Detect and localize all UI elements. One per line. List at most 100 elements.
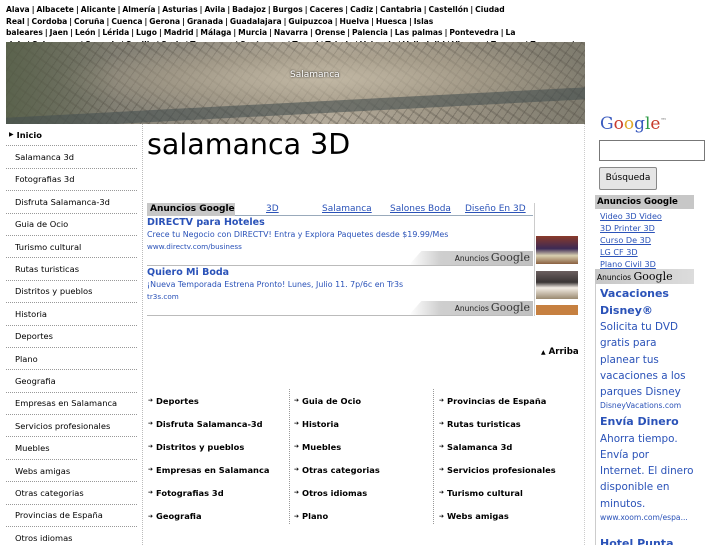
nav-item-label[interactable]: Muebles xyxy=(15,443,50,453)
nav-item-label[interactable]: Fotografias 3d xyxy=(15,174,74,184)
nav-item-label[interactable]: Disfruta Salamanca-3d xyxy=(15,197,110,207)
ad-tab-salones-boda[interactable]: Salones Boda xyxy=(390,203,451,216)
sitemap-link[interactable]: ➔ Historia xyxy=(294,412,431,435)
nav-item-label[interactable]: Distritos y pueblos xyxy=(15,286,92,296)
nav-item[interactable]: ▶ Inicio xyxy=(6,124,137,147)
nav-item-label[interactable]: Deportes xyxy=(15,331,53,341)
ad-tab-diseno-3d[interactable]: Diseño En 3D xyxy=(465,203,526,216)
ad-url[interactable]: www.directv.com/business xyxy=(147,242,533,251)
nav-item[interactable]: Distritos y pueblos xyxy=(6,281,137,304)
ad-title[interactable]: Quiero Mi Boda xyxy=(147,267,533,278)
province-link[interactable]: Lérida xyxy=(102,28,129,37)
right-ad-url[interactable]: DisneyVacations.com xyxy=(600,400,695,411)
nav-item[interactable]: Disfruta Salamanca-3d xyxy=(6,191,137,214)
nav-item[interactable]: Historia xyxy=(6,303,137,326)
ad-item[interactable]: DIRECTV para Hoteles Crece tu Negocio co… xyxy=(147,217,533,266)
province-link[interactable]: Cadiz xyxy=(350,5,373,14)
province-link[interactable]: Madrid xyxy=(164,28,194,37)
nav-item[interactable]: Empresas en Salamanca xyxy=(6,393,137,416)
province-link[interactable]: Gerona xyxy=(149,17,180,26)
province-link[interactable]: Cordoba xyxy=(32,17,68,26)
nav-item[interactable]: Otras categorias xyxy=(6,482,137,505)
province-link[interactable]: Albacete xyxy=(36,5,73,14)
right-ad-item[interactable]: Hotel Punta xyxy=(600,536,695,545)
province-link[interactable]: Alicante xyxy=(81,5,116,14)
back-to-top-link[interactable]: ▲ Arriba xyxy=(541,347,579,357)
sitemap-link[interactable]: ➔ Deportes xyxy=(148,389,290,412)
province-link[interactable]: Coruña xyxy=(74,17,104,26)
ad-title[interactable]: DIRECTV para Hoteles xyxy=(147,217,533,228)
nav-item[interactable]: Muebles xyxy=(6,437,137,460)
nav-item-label[interactable]: Otras categorias xyxy=(15,488,84,498)
sitemap-link[interactable]: ➔ Servicios profesionales xyxy=(439,458,575,481)
ad-tab-3d[interactable]: 3D xyxy=(266,203,279,216)
province-link[interactable]: Cantabria xyxy=(380,5,422,14)
nav-item-label[interactable]: Servicios profesionales xyxy=(15,421,110,431)
ad-tab-salamanca[interactable]: Salamanca xyxy=(322,203,372,216)
ad-thumbnail-image[interactable] xyxy=(536,236,578,264)
right-ad-link[interactable]: LG CF 3D xyxy=(600,246,662,258)
province-link[interactable]: Badajoz xyxy=(232,5,266,14)
ads-by-google-badge[interactable]: Anuncios Google xyxy=(409,251,533,265)
right-ad-link[interactable]: 3D Printer 3D xyxy=(600,222,662,234)
right-ad-url[interactable]: www.xoom.com/espa... xyxy=(600,512,695,523)
sitemap-link[interactable]: ➔ Guia de Ocio xyxy=(294,389,431,412)
province-link[interactable]: Burgos xyxy=(273,5,303,14)
sitemap-link[interactable]: ➔ Provincias de España xyxy=(439,389,575,412)
nav-item[interactable]: Rutas turisticas xyxy=(6,258,137,281)
province-link[interactable]: Almería xyxy=(122,5,155,14)
sitemap-link[interactable]: ➔ Plano xyxy=(294,504,431,527)
right-ad-item[interactable]: Envía Dinero Ahorra tiempo. Envía por In… xyxy=(600,414,695,523)
sitemap-link[interactable]: ➔ Rutas turisticas xyxy=(439,412,575,435)
province-link[interactable]: Navarra xyxy=(274,28,308,37)
nav-item[interactable]: Geografia xyxy=(6,370,137,393)
nav-item-label[interactable]: Turismo cultural xyxy=(15,242,81,252)
nav-item-label[interactable]: Inicio xyxy=(17,130,42,140)
nav-item[interactable]: Plano xyxy=(6,348,137,371)
sitemap-link[interactable]: ➔ Disfruta Salamanca-3d xyxy=(148,412,290,435)
province-link[interactable]: Murcia xyxy=(238,28,267,37)
province-link[interactable]: Castellón xyxy=(429,5,469,14)
ads-by-google-header[interactable]: Anuncios Google xyxy=(595,269,694,284)
right-ad-title[interactable]: Vacaciones Disney® xyxy=(600,286,695,319)
province-link[interactable]: Huelva xyxy=(340,17,370,26)
google-search-button[interactable]: Búsqueda xyxy=(599,167,657,190)
ads-by-google-badge[interactable]: Anuncios Google xyxy=(409,301,533,315)
nav-item-label[interactable]: Rutas turisticas xyxy=(15,264,79,274)
nav-item[interactable]: Deportes xyxy=(6,326,137,348)
nav-item-label[interactable]: Historia xyxy=(15,309,47,319)
right-ad-title[interactable]: Envía Dinero xyxy=(600,414,695,431)
province-link[interactable]: Lugo xyxy=(136,28,157,37)
nav-item-label[interactable]: Webs amigas xyxy=(15,466,70,476)
nav-item-label[interactable]: Empresas en Salamanca xyxy=(15,398,117,408)
province-link[interactable]: Pontevedra xyxy=(449,28,498,37)
ad-thumbnail-image[interactable] xyxy=(536,305,578,315)
province-link[interactable]: Avila xyxy=(204,5,225,14)
nav-item[interactable]: Webs amigas xyxy=(6,460,137,483)
province-link[interactable]: Guadalajara xyxy=(230,17,282,26)
nav-item-label[interactable]: Salamanca 3d xyxy=(15,152,74,162)
sitemap-link[interactable]: ➔ Muebles xyxy=(294,435,431,458)
sitemap-link[interactable]: ➔ Otras categorias xyxy=(294,458,431,481)
nav-item-label[interactable]: Plano xyxy=(15,354,38,364)
province-link[interactable]: Caceres xyxy=(310,5,344,14)
province-link[interactable]: Málaga xyxy=(200,28,231,37)
sitemap-link[interactable]: ➔ Salamanca 3d xyxy=(439,435,575,458)
sitemap-link[interactable]: ➔ Fotografias 3d xyxy=(148,481,290,504)
sitemap-link[interactable]: ➔ Turismo cultural xyxy=(439,481,575,504)
nav-item-label[interactable]: Otros idiomas xyxy=(15,533,73,543)
google-search-input[interactable] xyxy=(599,140,705,161)
sitemap-link[interactable]: ➔ Webs amigas xyxy=(439,504,575,527)
province-link[interactable]: León xyxy=(75,28,96,37)
nav-item-label[interactable]: Guia de Ocio xyxy=(15,219,68,229)
nav-item[interactable]: Salamanca 3d xyxy=(6,146,137,169)
ad-item[interactable]: Quiero Mi Boda ¡Nueva Temporada Estrena … xyxy=(147,267,533,316)
province-link[interactable]: Alava xyxy=(6,5,30,14)
right-ad-link[interactable]: Video 3D Video xyxy=(600,210,662,222)
ad-thumbnail-image[interactable] xyxy=(536,271,578,299)
province-link[interactable]: Guipuzcoa xyxy=(288,17,332,26)
nav-item[interactable]: Fotografias 3d xyxy=(6,169,137,192)
right-ad-title[interactable]: Hotel Punta xyxy=(600,536,695,545)
right-ad-link[interactable]: Curso De 3D xyxy=(600,234,662,246)
province-link[interactable]: Jaen xyxy=(50,28,69,37)
